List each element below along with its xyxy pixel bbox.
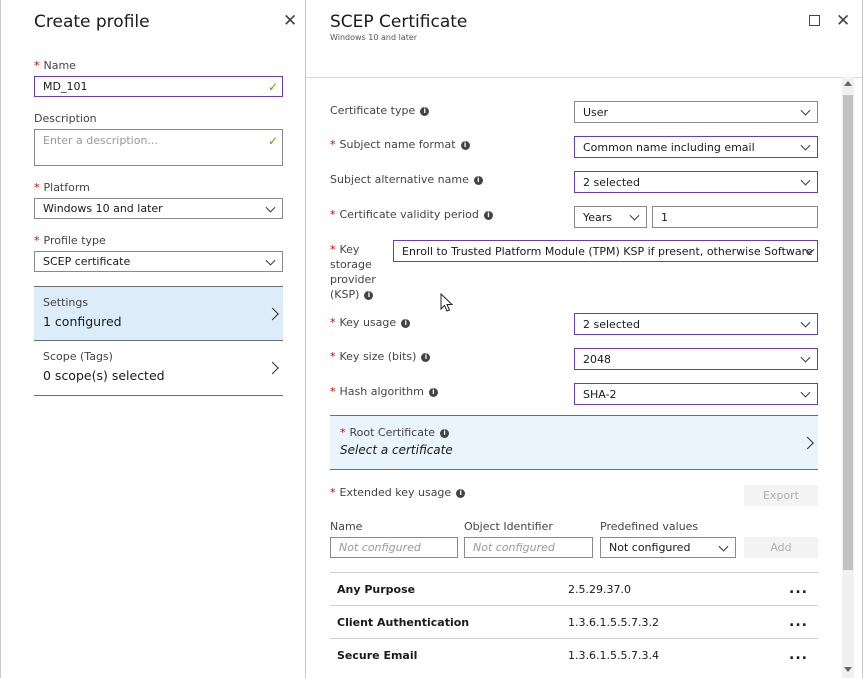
platform-select[interactable]: Windows 10 and later [34,198,283,219]
validity-period-label: * Certificate validity period i [330,208,493,221]
maximize-button[interactable] [809,15,820,26]
scroll-thumb[interactable] [843,95,853,570]
chevron-down-icon [718,541,729,552]
key-size-select[interactable]: 2048 [574,348,818,370]
chevron-down-icon [265,202,276,213]
create-profile-blade: Create profile ✕ * Name MD_101 ✓ Descript… [0,0,306,678]
key-size-label: * Key size (bits) i [330,350,431,363]
scroll-up-arrow-icon[interactable] [844,81,852,86]
info-icon: i [401,318,411,328]
ksp-label: * Key storage provider (KSP) i [330,243,376,301]
eku-row-name: Secure Email [337,649,418,662]
hash-algorithm-select[interactable]: SHA-2 [574,383,818,405]
certificate-type-label: Certificate type i [330,104,430,117]
chevron-right-icon [801,436,814,449]
scope-title: Scope (Tags) [43,350,113,363]
column-header-oid: Object Identifier [464,520,553,533]
header-divider [306,77,862,78]
eku-name-input[interactable]: Not configured [330,537,458,558]
row-menu-button[interactable]: ... [789,614,808,630]
info-icon: i [440,428,450,438]
key-usage-select[interactable]: 2 selected [574,313,818,335]
eku-row-oid: 2.5.29.37.0 [568,583,631,596]
chevron-down-icon [800,175,811,186]
row-menu-button[interactable]: ... [789,581,808,597]
name-input[interactable]: MD_101 ✓ [34,76,283,97]
ksp-select[interactable]: Enroll to Trusted Platform Module (TPM) … [393,240,818,262]
scep-certificate-blade: SCEP Certificate Windows 10 and later ✕ … [306,0,863,678]
scep-certificate-subtitle: Windows 10 and later [330,33,418,42]
table-row: Any Purpose 2.5.29.37.0 ... [330,572,818,605]
info-icon: i [483,210,493,220]
info-icon: i [421,352,431,362]
subject-alt-name-label: Subject alternative name i [330,173,483,186]
settings-nav-item[interactable]: Settings 1 configured [34,286,283,341]
info-icon: i [473,175,483,185]
chevron-down-icon [800,387,811,398]
close-scep-button[interactable]: ✕ [836,13,850,30]
chevron-down-icon [629,210,640,221]
chevron-down-icon [800,105,811,116]
profile-type-label: * Profile type [34,234,106,247]
subject-name-format-select[interactable]: Common name including email [574,136,818,158]
create-profile-title: Create profile [34,12,150,32]
root-certificate-value: Select a certificate [340,443,453,457]
scope-value: 0 scope(s) selected [43,368,165,383]
chevron-down-icon [800,352,811,363]
info-icon: i [456,488,466,498]
chevron-right-icon [266,307,279,320]
info-icon: i [460,140,470,150]
eku-row-oid: 1.3.6.1.5.5.7.3.2 [568,616,659,629]
subject-name-format-label: * Subject name format i [330,138,470,151]
certificate-type-select[interactable]: User [574,101,818,123]
settings-value: 1 configured [43,314,122,329]
chevron-down-icon [800,140,811,151]
valid-check-icon: ✓ [267,79,278,94]
close-icon: ✕ [836,11,851,31]
column-header-name: Name [330,520,363,533]
info-icon: i [420,106,430,116]
settings-title: Settings [43,296,89,309]
vertical-scrollbar[interactable] [842,77,854,678]
column-header-predefined: Predefined values [600,520,699,533]
validity-unit-select[interactable]: Years [574,206,647,228]
eku-row-name: Client Authentication [337,616,470,629]
profile-type-select[interactable]: SCEP certificate [34,251,283,272]
scep-certificate-title: SCEP Certificate [330,12,468,32]
mouse-cursor-icon [440,293,454,312]
hash-algorithm-label: * Hash algorithm i [330,385,438,398]
chevron-down-icon [265,255,276,266]
eku-row-name: Any Purpose [337,583,416,596]
eku-row-oid: 1.3.6.1.5.5.7.3.4 [568,649,659,662]
key-usage-label: * Key usage i [330,316,411,329]
info-icon: i [364,290,374,300]
eku-predefined-select[interactable]: Not configured [600,537,736,558]
scope-tags-nav-item[interactable]: Scope (Tags) 0 scope(s) selected [34,341,283,396]
valid-check-icon: ✓ [267,134,278,148]
validity-value-input[interactable]: 1 [652,206,818,228]
eku-oid-input[interactable]: Not configured [464,537,593,558]
info-icon: i [428,387,438,397]
export-button[interactable]: Export [744,485,818,506]
root-certificate-title: * Root Certificate i [340,426,450,439]
eku-label: * Extended key usage i [330,486,466,499]
platform-label: * Platform [34,181,90,194]
table-row: Client Authentication 1.3.6.1.5.5.7.3.2 … [330,605,818,638]
description-label: Description [34,112,97,125]
root-certificate-nav-item[interactable]: * Root Certificate i Select a certificate [330,415,818,470]
chevron-down-icon [800,317,811,328]
chevron-right-icon [266,361,279,375]
add-eku-button[interactable]: Add [744,537,818,558]
name-label: * Name [34,59,76,72]
scroll-down-arrow-icon[interactable] [844,667,852,672]
table-row: Secure Email 1.3.6.1.5.5.7.3.4 ... [330,638,818,671]
description-input[interactable]: Enter a description... ✓ [34,129,283,166]
subject-alt-name-select[interactable]: 2 selected [574,171,818,193]
close-icon: ✕ [283,11,298,31]
row-menu-button[interactable]: ... [789,647,808,663]
close-create-profile-button[interactable]: ✕ [283,13,297,30]
